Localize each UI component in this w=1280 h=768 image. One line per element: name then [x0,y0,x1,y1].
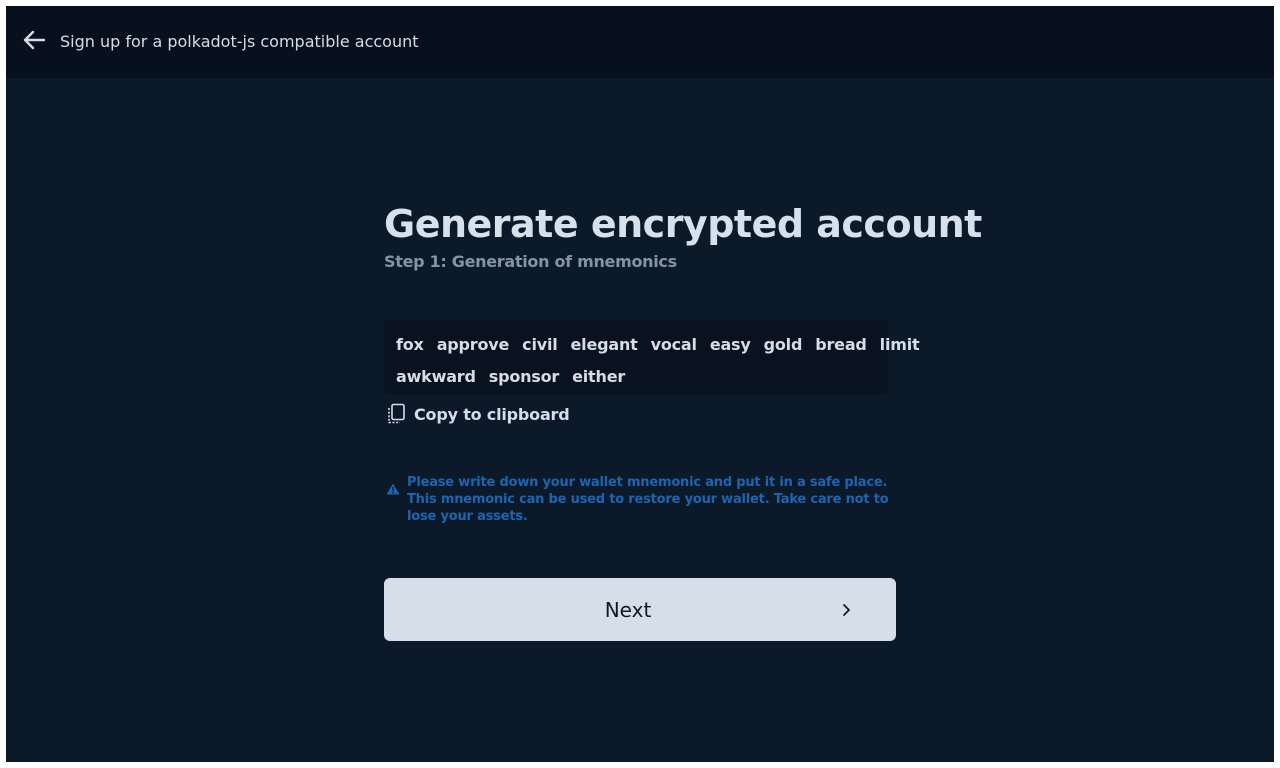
mnemonic-word: fox [396,334,424,354]
copy-label: Copy to clipboard [414,404,570,424]
arrow-left-icon [23,30,46,54]
copy-icon [386,403,406,425]
mnemonic-word: elegant [570,334,638,354]
mnemonic-word: vocal [650,334,697,354]
warning-text: Please write down your wallet mnemonic a… [407,475,889,524]
header-title: Sign up for a polkadot-js compatible acc… [60,32,419,51]
mnemonic-word: awkward [396,366,476,386]
mnemonic-word: bread [815,334,867,354]
next-button[interactable]: Next [384,578,896,641]
mnemonic-word: either [572,366,626,386]
mnemonic-word: easy [709,334,751,354]
mnemonic-box: fox approve civil elegant vocal easy gol… [384,320,920,394]
warning-triangle-icon [386,480,400,495]
chevron-right-icon [840,602,854,618]
mnemonic-word: limit [879,334,920,354]
back-button[interactable] [18,26,50,58]
mnemonic-word: sponsor [488,366,560,386]
mnemonic-row: fox approve civil elegant vocal easy gol… [396,328,920,360]
page-subtitle: Step 1: Generation of mnemonics [384,252,677,271]
mnemonic-word: approve [436,334,510,354]
mnemonic-word: civil [522,334,558,354]
copy-to-clipboard-button[interactable]: Copy to clipboard [386,402,570,426]
mnemonic-word: gold [763,334,803,354]
header-bar: Sign up for a polkadot-js compatible acc… [6,6,1274,78]
app-window: Sign up for a polkadot-js compatible acc… [6,6,1274,762]
page-title: Generate encrypted account [384,202,982,246]
mnemonic-row: awkward sponsor either [396,360,888,392]
next-label: Next [604,598,652,622]
